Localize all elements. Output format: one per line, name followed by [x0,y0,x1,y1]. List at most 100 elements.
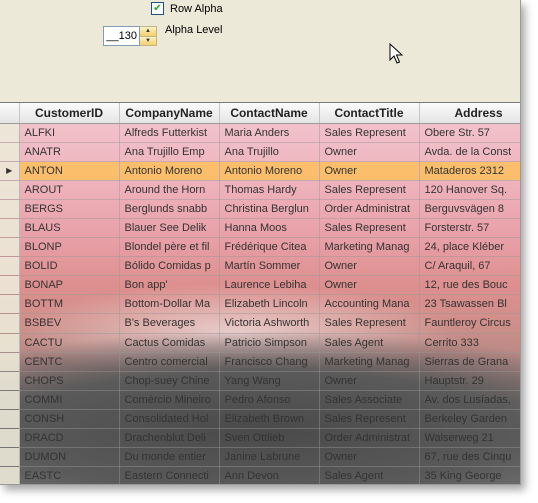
cell-contactname[interactable]: Hanna Moos [219,218,320,239]
row-header[interactable] [0,352,20,372]
cell-contacttitle[interactable]: Sales Represent [319,218,420,239]
table-row[interactable]: EASTC Eastern Connecti Ann Devon Sales Agen… [0,466,520,484]
cell-address[interactable]: Walserweg 21 [419,428,520,449]
cell-contacttitle[interactable]: Marketing Manag [319,352,420,372]
row-header[interactable] [0,313,20,334]
cell-companyname[interactable]: Bon app' [119,275,220,296]
cell-contactname[interactable]: Elizabeth Lincoln [219,294,320,315]
cell-companyname[interactable]: Comércio Mineiro [119,390,220,410]
cell-address[interactable]: Mataderos 2312 [419,161,520,181]
alpha-level-input[interactable] [103,26,140,46]
column-header-contacttitle[interactable]: ContactTitle [319,103,420,124]
cell-address[interactable]: 120 Hanover Sq. [419,180,520,200]
cell-contacttitle[interactable]: Order Administrat [319,428,420,449]
cell-address[interactable]: 35 King George [419,466,520,484]
cell-contacttitle[interactable]: Accounting Mana [319,294,420,315]
row-header[interactable] [0,466,20,484]
table-row[interactable]: ▶ ANTON Antonio Moreno Antonio Moreno Owner M… [0,161,520,181]
cell-companyname[interactable]: B's Beverages [119,313,220,334]
cell-contactname[interactable]: Janine Labrune [219,447,320,468]
cell-contactname[interactable]: Martín Sommer [219,256,320,277]
row-header[interactable] [0,447,20,468]
cell-companyname[interactable]: Berglunds snabb [119,199,220,219]
row-header[interactable] [0,333,20,353]
cell-contacttitle[interactable]: Owner [319,275,420,296]
table-row[interactable]: BOTTM Bottom-Dollar Ma Elizabeth Lincoln Ac… [0,294,520,315]
table-row[interactable]: BLAUS Blauer See Delik Hanna Moos Sales Rep… [0,218,520,239]
cell-contacttitle[interactable]: Order Administrat [319,199,420,219]
table-row[interactable]: ANATR Ana Trujillo Emp Ana Trujillo Owner Av… [0,142,520,162]
cell-customerid[interactable]: AROUT [19,180,120,200]
cell-customerid[interactable]: EASTC [19,466,120,484]
cell-contactname[interactable]: Frédérique Citea [219,237,320,258]
column-header-customerid[interactable]: CustomerID [19,103,120,124]
cell-contacttitle[interactable]: Sales Represent [319,409,420,430]
cell-contacttitle[interactable]: Owner [319,447,420,468]
cell-customerid[interactable]: COMMI [19,390,120,410]
cell-address[interactable]: Berkeley Garden [419,409,520,430]
cell-companyname[interactable]: Ana Trujillo Emp [119,142,220,162]
column-header-address[interactable]: Address [419,103,520,124]
row-header[interactable]: ▶ [0,161,20,181]
cell-companyname[interactable]: Bólido Comidas p [119,256,220,277]
cell-customerid[interactable]: BONAP [19,275,120,296]
cell-address[interactable]: Avda. de la Const [419,142,520,162]
cell-companyname[interactable]: Cactus Comidas [119,333,220,353]
row-alpha-option[interactable]: ✔ Row Alpha [151,2,223,15]
cell-address[interactable]: C/ Araquil, 67 [419,256,520,277]
table-row[interactable]: DUMON Du monde entier Janine Labrune Owner 6… [0,447,520,468]
cell-address[interactable]: Fauntleroy Circus [419,313,520,334]
cell-address[interactable]: Av. dos Lusíadas, [419,390,520,410]
cell-address[interactable]: Berguvsvägen 8 [419,199,520,219]
cell-address[interactable]: 23 Tsawassen Bl [419,294,520,315]
cell-address[interactable]: 12, rue des Bouc [419,275,520,296]
cell-contactname[interactable]: Elizabeth Brown [219,409,320,430]
table-row[interactable]: CACTU Cactus Comidas Patricio Simpson Sales… [0,333,520,353]
customers-grid[interactable]: CustomerID CompanyName ContactName ContactT… [0,102,520,484]
cell-customerid[interactable]: ANTON [19,161,120,181]
cell-companyname[interactable]: Blondel père et fil [119,237,220,258]
cell-contacttitle[interactable]: Owner [319,256,420,277]
cell-customerid[interactable]: ANATR [19,142,120,162]
cell-customerid[interactable]: CENTC [19,352,120,372]
cell-contacttitle[interactable]: Marketing Manag [319,237,420,258]
cell-contactname[interactable]: Antonio Moreno [219,161,320,181]
cell-address[interactable]: Forsterstr. 57 [419,218,520,239]
cell-customerid[interactable]: ALFKI [19,123,120,143]
cell-address[interactable]: Hauptstr. 29 [419,371,520,391]
cell-contactname[interactable]: Laurence Lebiha [219,275,320,296]
cell-customerid[interactable]: BLAUS [19,218,120,239]
cell-contacttitle[interactable]: Sales Agent [319,466,420,484]
cell-contactname[interactable]: Ann Devon [219,466,320,484]
row-header[interactable] [0,256,20,277]
cell-companyname[interactable]: Du monde entier [119,447,220,468]
cell-contactname[interactable]: Maria Anders [219,123,320,143]
cell-customerid[interactable]: BOTTM [19,294,120,315]
cell-customerid[interactable]: BLONP [19,237,120,258]
table-row[interactable]: ALFKI Alfreds Futterkist Maria Anders Sales… [0,123,520,143]
cell-contacttitle[interactable]: Owner [319,161,420,181]
cell-contactname[interactable]: Pedro Afonso [219,390,320,410]
table-row[interactable]: DRACD Drachenblut Deli Sven Ottlieb Order A… [0,428,520,449]
cell-contacttitle[interactable]: Owner [319,142,420,162]
cell-companyname[interactable]: Centro comercial [119,352,220,372]
cell-customerid[interactable]: BOLID [19,256,120,277]
cell-contactname[interactable]: Christina Berglun [219,199,320,219]
spin-down-button[interactable]: ▼ [140,35,156,45]
cell-contacttitle[interactable]: Sales Represent [319,123,420,143]
cell-customerid[interactable]: DUMON [19,447,120,468]
row-header[interactable] [0,218,20,239]
cell-contactname[interactable]: Yang Wang [219,371,320,391]
cell-contactname[interactable]: Patricio Simpson [219,333,320,353]
row-header[interactable] [0,371,20,391]
cell-customerid[interactable]: BERGS [19,199,120,219]
cell-companyname[interactable]: Eastern Connecti [119,466,220,484]
table-row[interactable]: BSBEV B's Beverages Victoria Ashworth Sales… [0,313,520,334]
row-header[interactable] [0,294,20,315]
cell-companyname[interactable]: Blauer See Delik [119,218,220,239]
cell-contactname[interactable]: Thomas Hardy [219,180,320,200]
cell-contactname[interactable]: Victoria Ashworth [219,313,320,334]
cell-customerid[interactable]: DRACD [19,428,120,449]
row-header[interactable] [0,180,20,200]
cell-customerid[interactable]: BSBEV [19,313,120,334]
